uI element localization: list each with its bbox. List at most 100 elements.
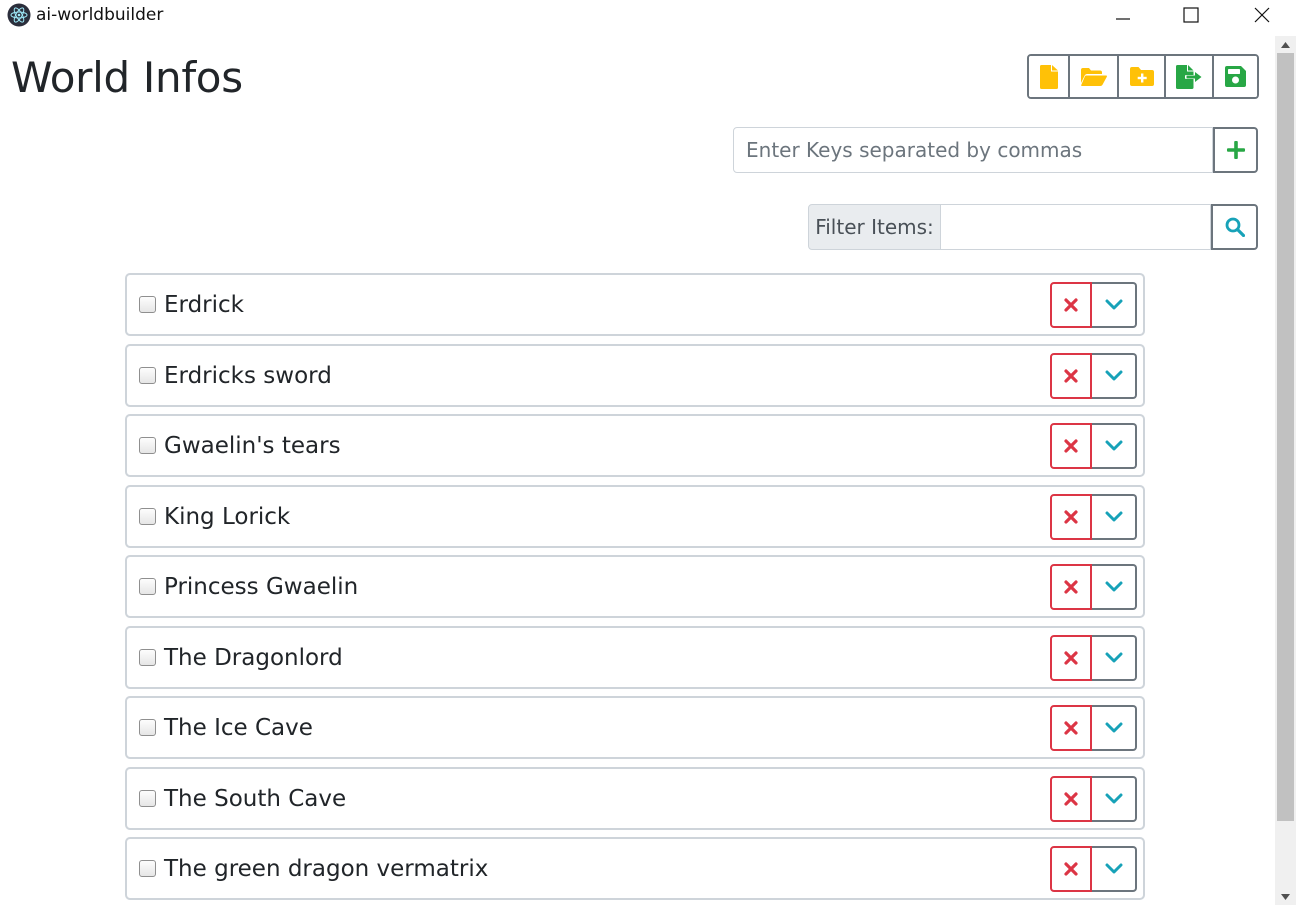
item-label: Erdricks sword	[164, 363, 332, 389]
search-button[interactable]	[1211, 204, 1258, 250]
add-key-button[interactable]	[1213, 127, 1258, 173]
folder-plus-icon	[1129, 67, 1154, 86]
chevron-down-icon	[1105, 652, 1122, 663]
delete-item-button[interactable]	[1050, 776, 1092, 822]
search-icon	[1225, 217, 1245, 237]
item-actions	[1050, 282, 1137, 328]
item-checkbox[interactable]	[139, 437, 156, 454]
delete-item-button[interactable]	[1050, 282, 1092, 328]
maximize-button[interactable]	[1168, 0, 1214, 30]
item-actions	[1050, 353, 1137, 399]
list-item: Erdrick	[125, 273, 1145, 336]
item-actions	[1050, 635, 1137, 681]
item-actions	[1050, 846, 1137, 892]
file-export-icon	[1176, 64, 1202, 89]
chevron-down-icon	[1105, 863, 1122, 874]
scroll-down-button[interactable]	[1275, 888, 1296, 905]
delete-item-button[interactable]	[1050, 353, 1092, 399]
delete-x-icon	[1064, 439, 1078, 453]
delete-x-icon	[1064, 580, 1078, 594]
chevron-down-icon	[1105, 299, 1122, 310]
save-icon	[1225, 66, 1246, 87]
delete-x-icon	[1064, 721, 1078, 735]
expand-item-button[interactable]	[1092, 776, 1137, 822]
list-item: The green dragon vermatrix	[125, 837, 1145, 900]
delete-item-button[interactable]	[1050, 494, 1092, 540]
chevron-down-icon	[1105, 370, 1122, 381]
item-actions	[1050, 423, 1137, 469]
delete-item-button[interactable]	[1050, 423, 1092, 469]
window-titlebar: ai-worldbuilder	[0, 0, 1296, 30]
item-label: King Lorick	[164, 504, 291, 530]
item-label: The green dragon vermatrix	[164, 856, 489, 882]
filter-group: Filter Items:	[808, 204, 1258, 250]
export-button[interactable]	[1166, 56, 1214, 97]
item-checkbox[interactable]	[139, 649, 156, 666]
item-checkbox[interactable]	[139, 578, 156, 595]
item-actions	[1050, 705, 1137, 751]
chevron-down-icon	[1105, 511, 1122, 522]
filter-input[interactable]	[941, 204, 1211, 250]
delete-x-icon	[1064, 862, 1078, 876]
item-checkbox[interactable]	[139, 508, 156, 525]
expand-item-button[interactable]	[1092, 635, 1137, 681]
expand-item-button[interactable]	[1092, 423, 1137, 469]
item-checkbox[interactable]	[139, 860, 156, 877]
minimize-button[interactable]	[1100, 0, 1146, 30]
save-button[interactable]	[1214, 56, 1257, 97]
delete-item-button[interactable]	[1050, 705, 1092, 751]
item-actions	[1050, 564, 1137, 610]
maximize-icon	[1183, 7, 1199, 23]
filter-label: Filter Items:	[808, 204, 941, 250]
scroll-up-arrow-icon	[1281, 41, 1290, 48]
close-button[interactable]	[1239, 0, 1285, 30]
delete-x-icon	[1064, 369, 1078, 383]
delete-item-button[interactable]	[1050, 846, 1092, 892]
item-checkbox[interactable]	[139, 719, 156, 736]
item-checkbox[interactable]	[139, 296, 156, 313]
chevron-down-icon	[1105, 793, 1122, 804]
item-checkbox[interactable]	[139, 367, 156, 384]
expand-item-button[interactable]	[1092, 282, 1137, 328]
scroll-up-button[interactable]	[1275, 36, 1296, 53]
chevron-down-icon	[1105, 581, 1122, 592]
delete-item-button[interactable]	[1050, 635, 1092, 681]
item-label: Gwaelin's tears	[164, 433, 341, 459]
folder-open-icon	[1080, 67, 1107, 86]
close-icon	[1254, 7, 1270, 23]
key-input-group	[733, 127, 1258, 173]
minimize-icon	[1116, 18, 1130, 20]
delete-x-icon	[1064, 298, 1078, 312]
list-item: The Dragonlord	[125, 626, 1145, 689]
file-toolbar	[1027, 54, 1259, 99]
delete-x-icon	[1064, 792, 1078, 806]
expand-item-button[interactable]	[1092, 494, 1137, 540]
page-title: World Infos	[11, 53, 243, 102]
scrollbar-thumb[interactable]	[1277, 53, 1294, 821]
list-item: The South Cave	[125, 767, 1145, 830]
expand-item-button[interactable]	[1092, 564, 1137, 610]
item-label: Erdrick	[164, 292, 244, 318]
list-item: Gwaelin's tears	[125, 414, 1145, 477]
plus-icon	[1226, 141, 1245, 159]
electron-atom-icon	[7, 3, 31, 27]
expand-item-button[interactable]	[1092, 353, 1137, 399]
item-checkbox[interactable]	[139, 790, 156, 807]
item-label: The South Cave	[164, 786, 347, 812]
vertical-scrollbar[interactable]	[1275, 36, 1296, 905]
scroll-down-arrow-icon	[1281, 893, 1290, 900]
keys-input[interactable]	[733, 127, 1213, 173]
list-item: King Lorick	[125, 485, 1145, 548]
open-folder-button[interactable]	[1070, 56, 1119, 97]
file-icon	[1039, 64, 1058, 89]
list-item: The Ice Cave	[125, 696, 1145, 759]
expand-item-button[interactable]	[1092, 846, 1137, 892]
expand-item-button[interactable]	[1092, 705, 1137, 751]
new-folder-button[interactable]	[1119, 56, 1166, 97]
delete-item-button[interactable]	[1050, 564, 1092, 610]
app-title: ai-worldbuilder	[36, 5, 164, 25]
item-actions	[1050, 494, 1137, 540]
new-file-button[interactable]	[1029, 56, 1070, 97]
list-item: Princess Gwaelin	[125, 555, 1145, 618]
list-item: Erdricks sword	[125, 344, 1145, 407]
